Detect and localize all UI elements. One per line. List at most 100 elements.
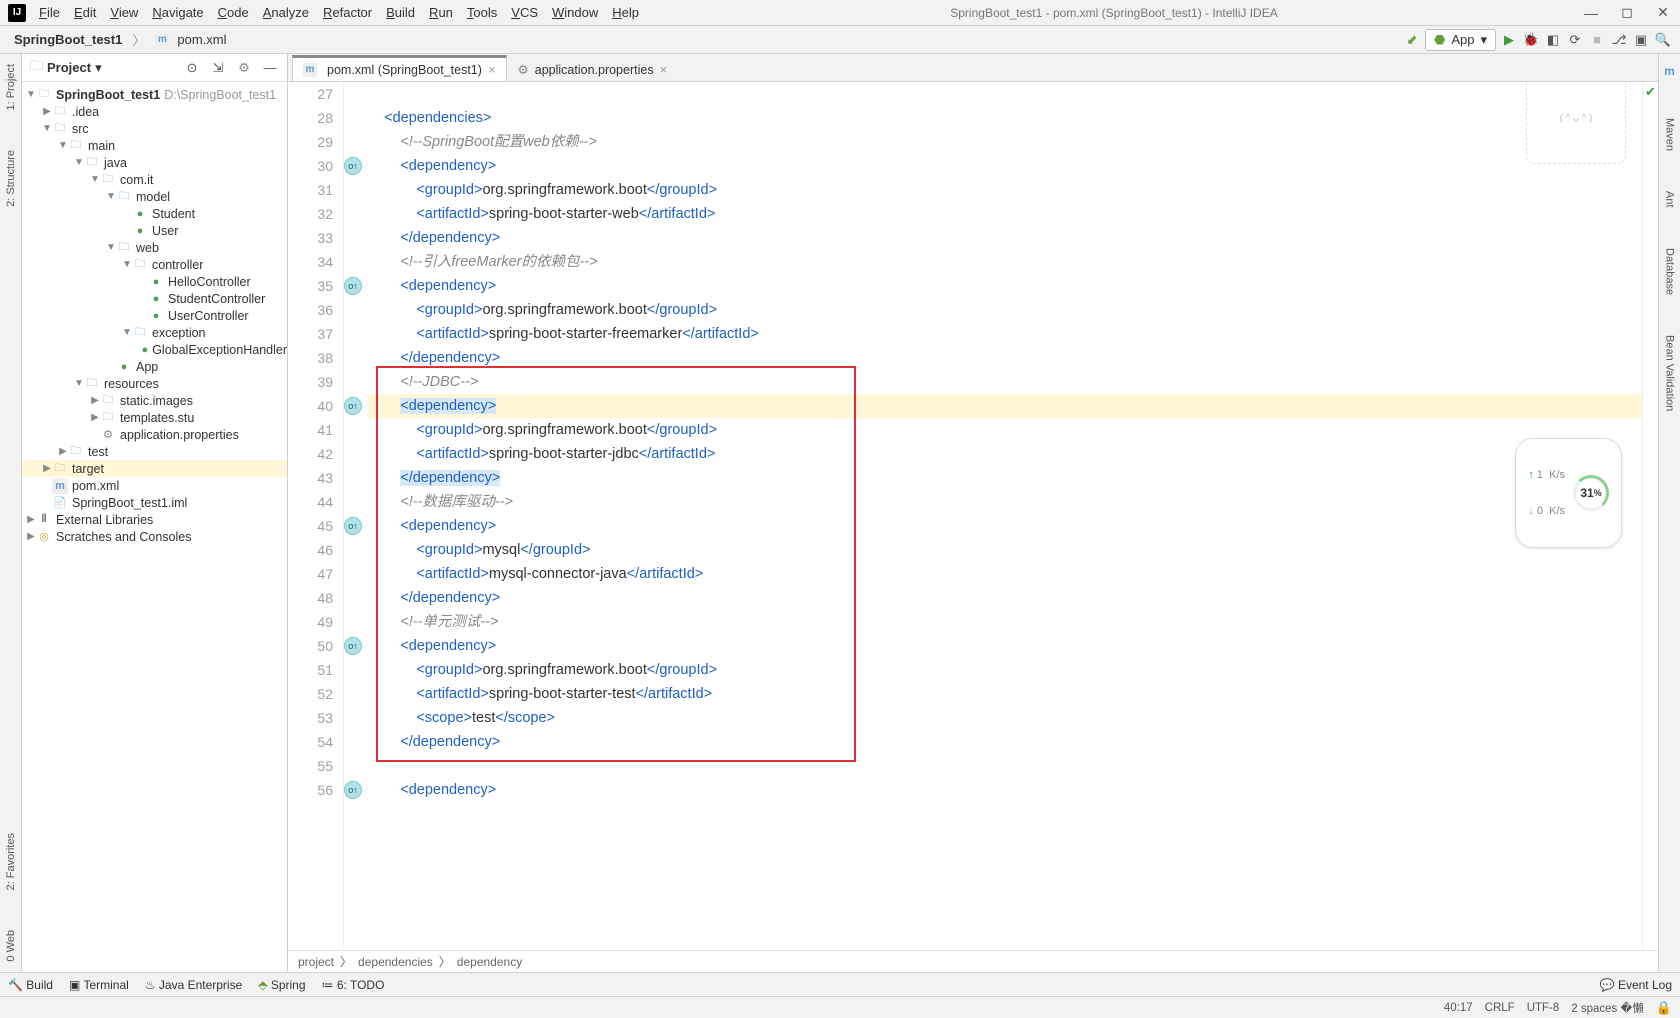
code-line-51[interactable]: <groupId>org.springframework.boot</group… — [368, 658, 1642, 682]
code-line-48[interactable]: </dependency> — [368, 586, 1642, 610]
expand-all-icon[interactable]: ⇲ — [209, 59, 227, 77]
todo-tool[interactable]: ≔ 6: TODO — [322, 978, 385, 992]
code-line-27[interactable] — [368, 82, 1642, 106]
code-line-50[interactable]: <dependency> — [368, 634, 1642, 658]
menu-help[interactable]: Help — [605, 5, 646, 20]
gear-icon[interactable]: ⚙ — [235, 59, 253, 77]
code-line-29[interactable]: <!--SpringBoot配置web依赖--> — [368, 130, 1642, 154]
tree-item-controller[interactable]: ▼🗀controller — [22, 256, 287, 273]
run-button[interactable]: ▶ — [1500, 31, 1518, 49]
editor-body[interactable]: 2728293031323334353637383940414243444546… — [288, 82, 1658, 950]
scratches-consoles[interactable]: Scratches and Consoles — [56, 530, 192, 544]
tree-item-templates-stu[interactable]: ▶🗀templates.stu — [22, 409, 287, 426]
code-line-41[interactable]: <groupId>org.springframework.boot</group… — [368, 418, 1642, 442]
java-enterprise-tool[interactable]: ♨ Java Enterprise — [145, 978, 242, 992]
code-area[interactable]: <dependencies> <!--SpringBoot配置web依赖--> … — [344, 82, 1642, 950]
code-line-54[interactable]: </dependency> — [368, 730, 1642, 754]
tree-item-src[interactable]: ▼🗀src — [22, 120, 287, 137]
code-line-38[interactable]: </dependency> — [368, 346, 1642, 370]
menu-edit[interactable]: Edit — [67, 5, 103, 20]
code-line-44[interactable]: <!--数据库驱动--> — [368, 490, 1642, 514]
stop-button[interactable]: ■ — [1588, 31, 1606, 49]
tree-item-globalexceptionhandler[interactable]: ●GlobalExceptionHandler — [22, 341, 287, 358]
favorites-tool-button[interactable]: 2: Favorites — [5, 833, 17, 890]
tree-item-main[interactable]: ▼🗀main — [22, 137, 287, 154]
code-line-53[interactable]: <scope>test</scope> — [368, 706, 1642, 730]
menu-view[interactable]: View — [103, 5, 145, 20]
search-everywhere-button[interactable]: 🔍 — [1654, 31, 1672, 49]
tree-root[interactable]: SpringBoot_test1 — [56, 88, 160, 102]
indent-setting[interactable]: 2 spaces �懶 — [1571, 1000, 1644, 1016]
code-line-56[interactable]: <dependency> — [368, 778, 1642, 802]
tree-item-web[interactable]: ▼🗀web — [22, 239, 287, 256]
menu-build[interactable]: Build — [379, 5, 422, 20]
web-tool-button[interactable]: 0 Web — [5, 930, 17, 962]
code-line-37[interactable]: <artifactId>spring-boot-starter-freemark… — [368, 322, 1642, 346]
minimize-button[interactable]: — — [1582, 4, 1600, 22]
maximize-button[interactable]: ◻ — [1618, 4, 1636, 22]
build-tool[interactable]: 🔨 Build — [8, 978, 53, 992]
code-line-32[interactable]: <artifactId>spring-boot-starter-web</art… — [368, 202, 1642, 226]
code-line-36[interactable]: <groupId>org.springframework.boot</group… — [368, 298, 1642, 322]
profiler-button[interactable]: ⟳ — [1566, 31, 1584, 49]
menu-window[interactable]: Window — [545, 5, 605, 20]
project-tool-button[interactable]: 1: Project — [5, 64, 17, 110]
code-line-35[interactable]: <dependency> — [368, 274, 1642, 298]
code-line-31[interactable]: <groupId>org.springframework.boot</group… — [368, 178, 1642, 202]
code-line-42[interactable]: <artifactId>spring-boot-starter-jdbc</ar… — [368, 442, 1642, 466]
code-line-46[interactable]: <groupId>mysql</groupId> — [368, 538, 1642, 562]
code-line-33[interactable]: </dependency> — [368, 226, 1642, 250]
menu-analyze[interactable]: Analyze — [256, 5, 316, 20]
external-libraries[interactable]: External Libraries — [56, 513, 153, 527]
database-tool-button[interactable]: Database — [1664, 248, 1676, 295]
spring-tool[interactable]: ⬘ Spring — [258, 978, 305, 992]
line-separator[interactable]: CRLF — [1485, 1002, 1515, 1014]
structure-tool-button[interactable]: 2: Structure — [5, 150, 17, 207]
inspection-status-icon[interactable]: ✔ — [1642, 82, 1658, 950]
editor-tab-application-properties[interactable]: ⚙application.properties× — [507, 57, 679, 81]
maven-icon[interactable]: m — [1664, 64, 1675, 78]
menu-navigate[interactable]: Navigate — [145, 5, 210, 20]
tree-item-test[interactable]: ▶🗀test — [22, 443, 287, 460]
tree-item-exception[interactable]: ▼🗀exception — [22, 324, 287, 341]
git-button[interactable]: ⎇ — [1610, 31, 1628, 49]
code-line-30[interactable]: <dependency> — [368, 154, 1642, 178]
chevron-down-icon[interactable]: ▾ — [95, 60, 102, 76]
project-tree[interactable]: ▼🗀 SpringBoot_test1 D:\SpringBoot_test1 … — [22, 82, 287, 972]
tree-item-java[interactable]: ▼🗀java — [22, 154, 287, 171]
close-tab-icon[interactable]: × — [488, 62, 496, 77]
menu-tools[interactable]: Tools — [460, 5, 504, 20]
run-config-selector[interactable]: ⬣ App ▾ — [1425, 29, 1496, 51]
tree-item-pom-xml[interactable]: mpom.xml — [22, 477, 287, 494]
close-tab-icon[interactable]: × — [660, 62, 668, 77]
tree-item-student[interactable]: ●Student — [22, 205, 287, 222]
file-encoding[interactable]: UTF-8 — [1527, 1002, 1560, 1014]
build-icon[interactable]: ⬋ — [1403, 31, 1421, 49]
readonly-lock-icon[interactable]: 🔒 — [1656, 1000, 1672, 1016]
tree-item--idea[interactable]: ▶🗀.idea — [22, 103, 287, 120]
tree-item-target[interactable]: ▶🗀target — [22, 460, 287, 477]
code-line-40[interactable]: <dependency> — [368, 394, 1642, 418]
debug-button[interactable]: 🐞 — [1522, 31, 1540, 49]
tree-item-static-images[interactable]: ▶🗀static.images — [22, 392, 287, 409]
tree-item-springboot-test1-iml[interactable]: 📄SpringBoot_test1.iml — [22, 494, 287, 511]
code-line-45[interactable]: <dependency> — [368, 514, 1642, 538]
tree-item-app[interactable]: ●App — [22, 358, 287, 375]
locate-icon[interactable]: ⊙ — [183, 59, 201, 77]
tree-item-model[interactable]: ▼🗀model — [22, 188, 287, 205]
ant-tool-button[interactable]: Ant — [1664, 191, 1676, 208]
tree-item-hellocontroller[interactable]: ●HelloController — [22, 273, 287, 290]
menu-file[interactable]: File — [32, 5, 67, 20]
code-line-39[interactable]: <!--JDBC--> — [368, 370, 1642, 394]
code-line-55[interactable] — [368, 754, 1642, 778]
code-line-47[interactable]: <artifactId>mysql-connector-java</artifa… — [368, 562, 1642, 586]
menu-refactor[interactable]: Refactor — [316, 5, 379, 20]
tree-item-com-it[interactable]: ▼🗀com.it — [22, 171, 287, 188]
tree-item-usercontroller[interactable]: ●UserController — [22, 307, 287, 324]
terminal-tool[interactable]: ▣ Terminal — [69, 978, 129, 992]
editor-tab-pom-xml-springboot-test1-[interactable]: mpom.xml (SpringBoot_test1)× — [292, 55, 507, 81]
bean-validation-tool-button[interactable]: Bean Validation — [1664, 335, 1676, 411]
structure-button[interactable]: ▣ — [1632, 31, 1650, 49]
event-log-button[interactable]: 💬 Event Log — [1600, 978, 1672, 992]
code-line-49[interactable]: <!--单元测试--> — [368, 610, 1642, 634]
